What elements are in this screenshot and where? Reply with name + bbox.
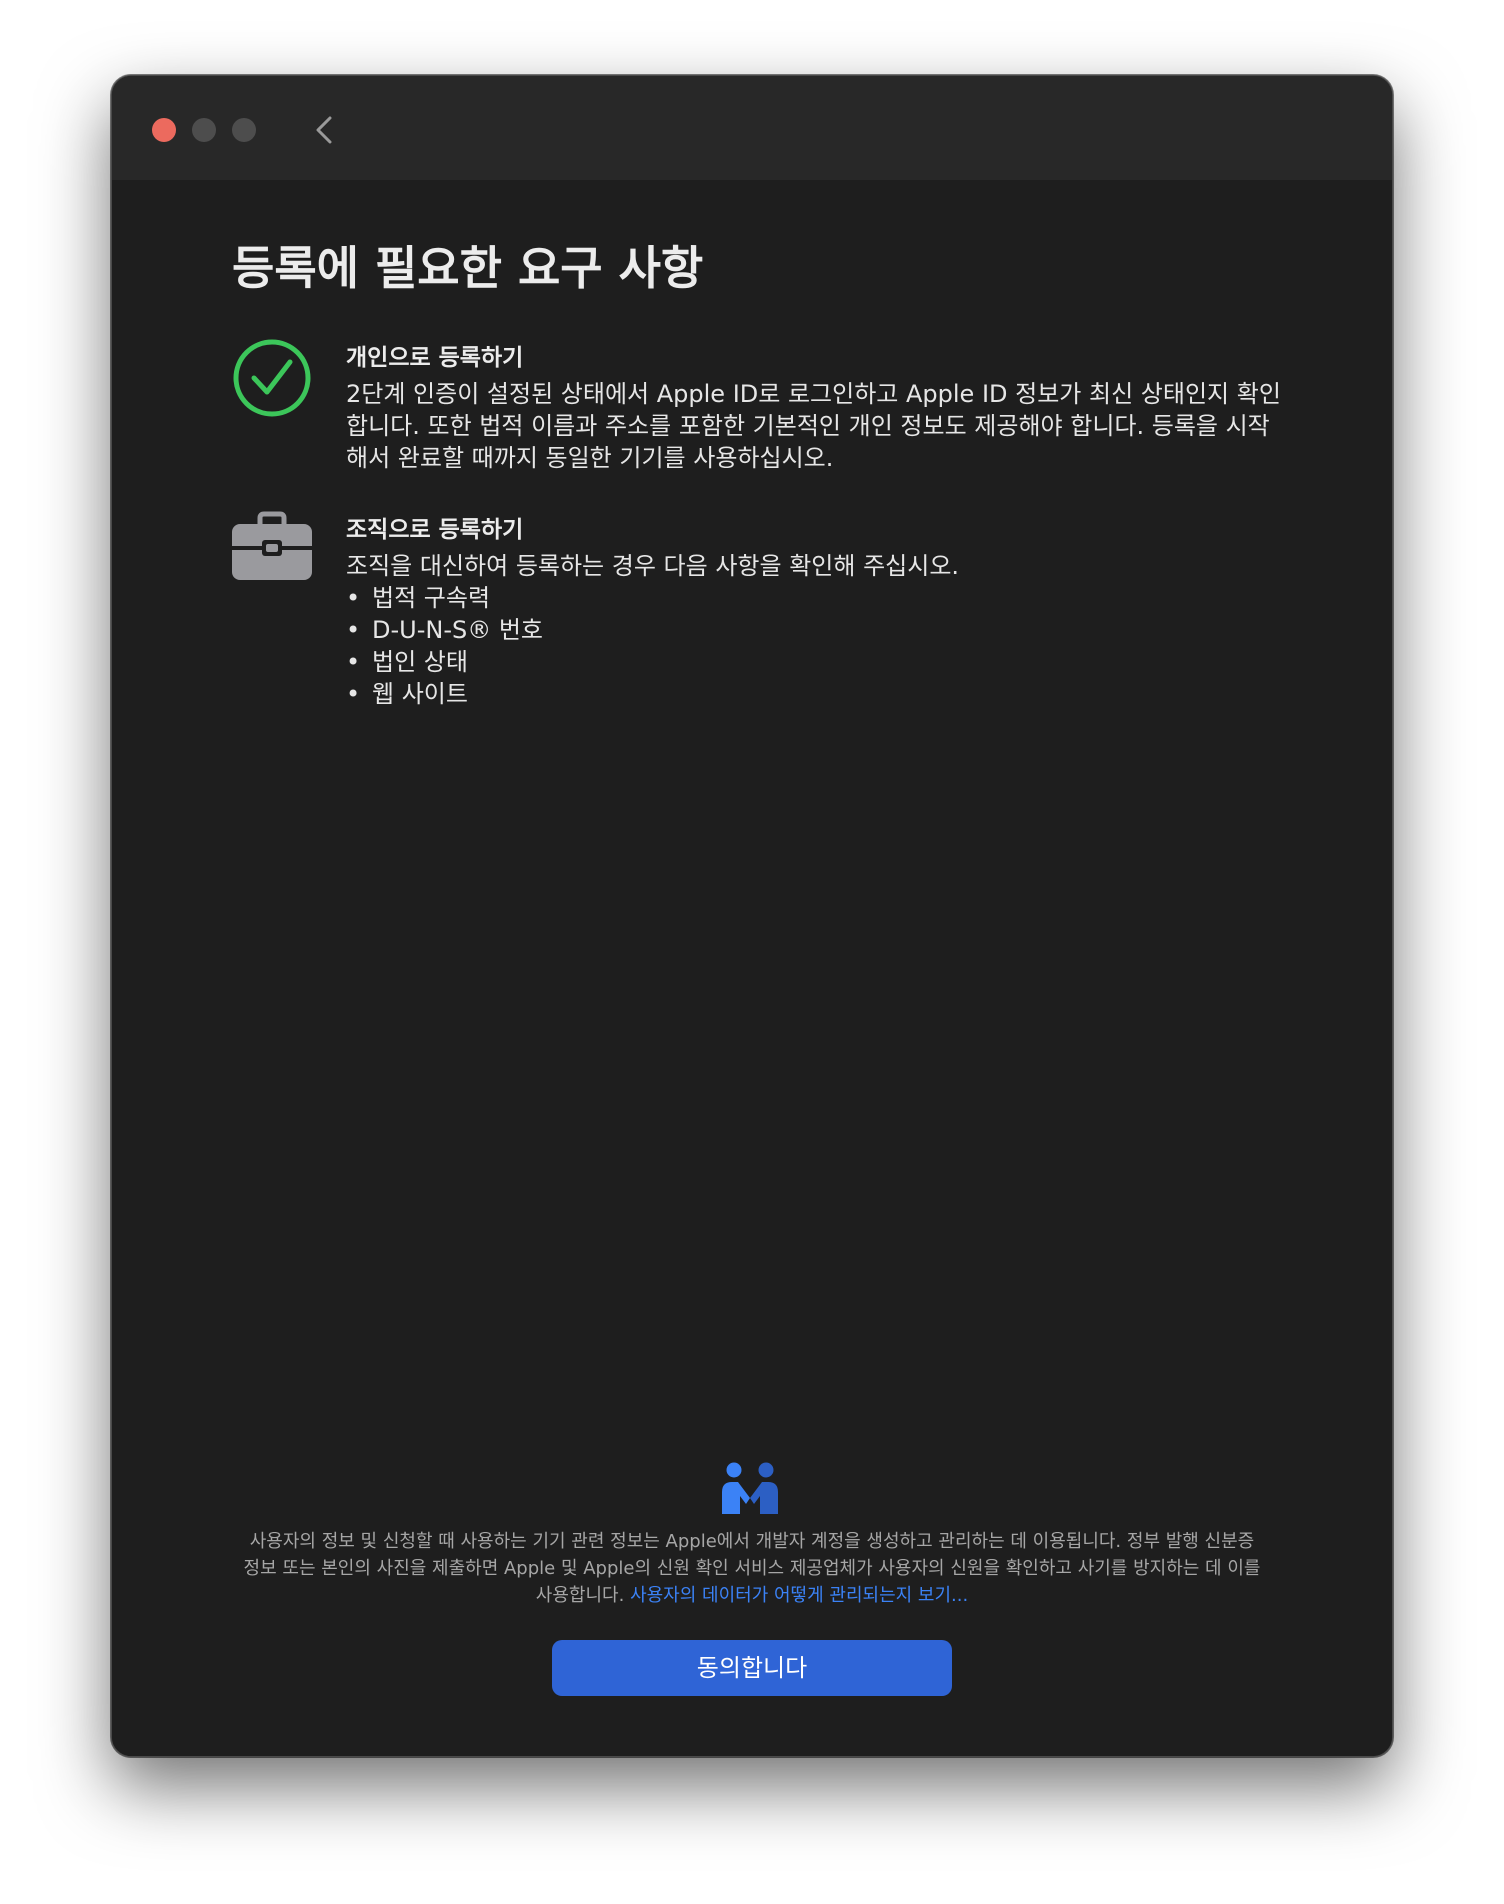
individual-description: 2단계 인증이 설정된 상태에서 Apple ID로 로그인하고 Apple I… bbox=[346, 380, 1281, 472]
privacy-handshake-icon bbox=[718, 1462, 782, 1514]
page-title: 등록에 필요한 요구 사항 bbox=[232, 241, 704, 295]
checkmark-circle-icon bbox=[232, 338, 312, 422]
close-window-button[interactable] bbox=[152, 118, 176, 142]
back-button[interactable] bbox=[304, 110, 344, 150]
app-window: 등록에 필요한 요구 사항 개인으로 등록하기 2단계 인증이 설정된 상태에서… bbox=[111, 75, 1393, 1757]
chevron-left-icon bbox=[316, 116, 332, 144]
individual-title: 개인으로 등록하기 bbox=[346, 345, 524, 371]
list-item: 법적 구속력 bbox=[346, 582, 543, 614]
list-item: D-U-N-S® 번호 bbox=[346, 614, 543, 646]
briefcase-icon bbox=[232, 510, 312, 586]
organization-title: 조직으로 등록하기 bbox=[346, 517, 524, 543]
privacy-notice: 사용자의 정보 및 신청할 때 사용하는 기기 관련 정보는 Apple에서 개… bbox=[242, 1528, 1262, 1609]
organization-requirements-list: 법적 구속력 D-U-N-S® 번호 법인 상태 웹 사이트 bbox=[346, 582, 543, 710]
privacy-link[interactable]: 사용자의 데이터가 어떻게 관리되는지 보기... bbox=[630, 1585, 968, 1606]
list-item: 웹 사이트 bbox=[346, 678, 543, 710]
list-item: 법인 상태 bbox=[346, 646, 543, 678]
agree-button[interactable]: 동의합니다 bbox=[552, 1640, 952, 1696]
maximize-window-button[interactable] bbox=[232, 118, 256, 142]
minimize-window-button[interactable] bbox=[192, 118, 216, 142]
main-content: 등록에 필요한 요구 사항 개인으로 등록하기 2단계 인증이 설정된 상태에서… bbox=[112, 180, 1392, 1756]
organization-description: 조직을 대신하여 등록하는 경우 다음 사항을 확인해 주십시오. bbox=[346, 552, 960, 580]
title-bar bbox=[112, 76, 1392, 180]
